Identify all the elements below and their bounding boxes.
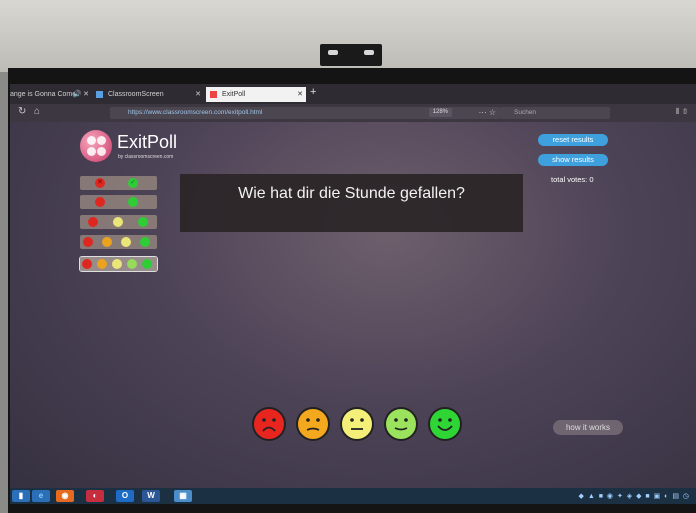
option-2-faces-smiley[interactable]: [80, 195, 157, 209]
reload-icon[interactable]: ↻: [18, 106, 26, 117]
very-sad-face-icon: [262, 418, 276, 432]
sad-face-icon: [83, 237, 93, 247]
option-4-faces[interactable]: [80, 235, 157, 249]
home-icon[interactable]: ⌂: [34, 106, 40, 117]
tab-exitpoll[interactable]: ExitPoll ✕: [206, 87, 306, 102]
happy-face-icon: [437, 418, 453, 431]
tab-classroomscreen[interactable]: ClassroomScreen ✕: [96, 87, 204, 102]
firefox-icon[interactable]: ◉: [56, 490, 74, 502]
neutral-face-button[interactable]: [340, 407, 374, 441]
close-icon[interactable]: ✕: [297, 87, 303, 102]
option-2-faces[interactable]: ✕ ✓: [80, 176, 157, 190]
neutral-face-icon: [113, 217, 123, 227]
neutral-face-icon: [112, 259, 122, 269]
favicon-icon: [96, 90, 103, 98]
search-placeholder: Suchen: [514, 109, 537, 116]
app-icon[interactable]: ◐: [86, 490, 104, 502]
smile-face-button[interactable]: [384, 407, 418, 441]
outlook-icon[interactable]: O: [116, 490, 134, 502]
option-5-faces[interactable]: [79, 256, 158, 272]
sad-face-icon: [95, 197, 105, 207]
screen: ange is Gonna Come 🔊 ✕ ClassroomScreen ✕…: [10, 84, 696, 504]
neutral-face-icon: [121, 237, 131, 247]
start-icon[interactable]: ▮: [12, 490, 30, 502]
tab-label: ExitPoll: [221, 91, 246, 98]
sad-icon: ✕: [95, 178, 105, 188]
reset-results-button[interactable]: reset results: [538, 134, 608, 146]
close-icon[interactable]: 🔊 ✕: [72, 87, 89, 102]
show-results-button[interactable]: show results: [538, 154, 608, 166]
library-icon[interactable]: ⫴ ▯: [676, 107, 688, 117]
happy-face-icon: [128, 197, 138, 207]
very-sad-face-icon: [82, 259, 92, 269]
toolbar: ↻ ⌂ https://www.classroomscreen.com/exit…: [10, 104, 696, 122]
tab-label: ClassroomScreen: [107, 91, 164, 98]
sad-face-icon: [97, 259, 107, 269]
total-votes: total votes: 0: [551, 175, 594, 184]
url-text: https://www.classroomscreen.com/exitpoll…: [128, 109, 263, 116]
smile-face-icon: [127, 259, 137, 269]
happy-face-icon: [140, 237, 150, 247]
very-sad-face-button[interactable]: [252, 407, 286, 441]
question-text[interactable]: Wie hat dir die Stunde gefallen?: [180, 174, 523, 232]
app-title: ExitPoll: [117, 132, 178, 152]
smile-face-icon: [394, 418, 408, 431]
sad-face-icon: [88, 217, 98, 227]
happy-face-icon: [138, 217, 148, 227]
photos-icon[interactable]: ▦: [174, 490, 192, 502]
tab-music[interactable]: ange is Gonna Come 🔊 ✕: [10, 87, 92, 102]
check-icon: ✓: [128, 178, 138, 188]
option-3-faces[interactable]: [80, 215, 157, 229]
word-icon[interactable]: W: [142, 490, 160, 502]
happy-face-icon: [142, 259, 152, 269]
taskbar: ▮ e ◉ ◐ O W ▦ ◆ ▲ ■ ◉ ✦ ◈ ◆ ■ ▣ ◐ ▤ ◷: [10, 488, 696, 504]
search-input[interactable]: Suchen: [500, 107, 610, 119]
webcam: [320, 44, 382, 66]
internet-explorer-icon[interactable]: e: [32, 490, 50, 502]
bookmark-star-icon[interactable]: ··· ☆: [479, 107, 496, 119]
how-it-works-button[interactable]: how it works: [553, 420, 623, 435]
app-subtitle: by classroomscreen.com: [118, 154, 174, 160]
question-box[interactable]: Wie hat dir die Stunde gefallen?: [180, 174, 523, 232]
tab-bar: ange is Gonna Come 🔊 ✕ ClassroomScreen ✕…: [10, 84, 696, 104]
zoom-level[interactable]: 128%: [428, 108, 452, 117]
close-icon[interactable]: ✕: [195, 87, 201, 102]
exitpoll-logo-icon: [80, 130, 112, 162]
tab-label: ange is Gonna Come: [10, 91, 77, 98]
url-bar[interactable]: https://www.classroomscreen.com/exitpoll…: [110, 107, 500, 119]
favicon-icon: [210, 90, 217, 98]
sad-face-button[interactable]: [296, 407, 330, 441]
new-tab-icon[interactable]: +: [310, 86, 316, 98]
sad-face-icon: [306, 418, 320, 431]
neutral-face-icon: [350, 418, 364, 430]
meh-face-icon: [102, 237, 112, 247]
system-tray-icons[interactable]: ◆ ▲ ■ ◉ ✦ ◈ ◆ ■ ▣ ◐ ▤ ◷: [579, 492, 690, 500]
happy-face-button[interactable]: [428, 407, 462, 441]
